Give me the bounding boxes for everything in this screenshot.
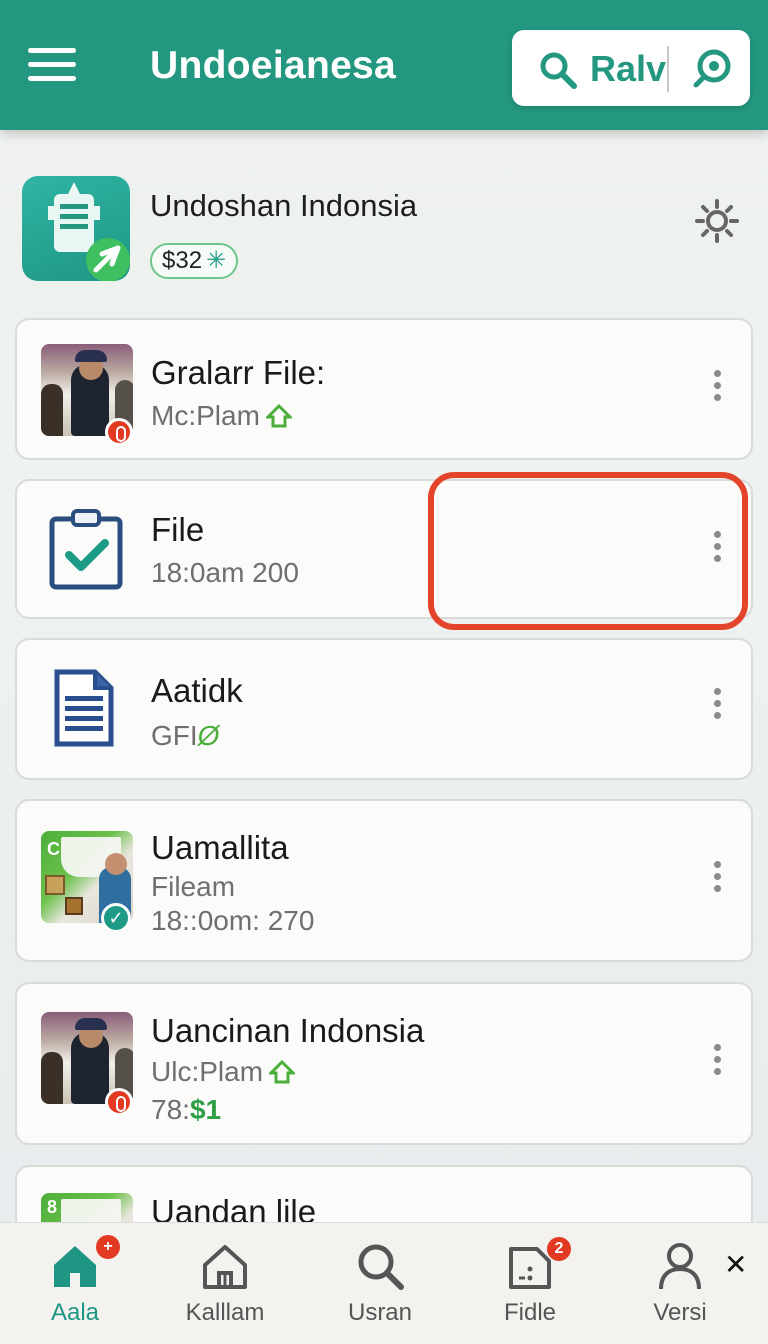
more-options-icon[interactable] xyxy=(711,370,723,410)
highlighted-target-area[interactable] xyxy=(428,472,748,630)
nav-item-kallam[interactable]: Kalllam xyxy=(170,1241,280,1341)
more-options-icon[interactable] xyxy=(711,1044,723,1084)
item-subtitle-secondary: 18::0om: 270 xyxy=(151,905,315,936)
notification-badge: + xyxy=(96,1235,120,1259)
search-icon xyxy=(540,52,577,89)
alert-badge-icon xyxy=(105,1088,133,1116)
nav-label: Kalllam xyxy=(185,1299,265,1326)
nav-label: Usran xyxy=(347,1299,413,1326)
clipboard-check-icon xyxy=(49,509,123,590)
hamburger-menu-icon[interactable] xyxy=(28,48,80,88)
item-subtitle: Fileam xyxy=(151,871,236,902)
nav-item-user[interactable]: Versi xyxy=(625,1241,735,1341)
item-subtitle: 18:0am 200 xyxy=(151,557,299,588)
home-icon xyxy=(54,1246,96,1287)
item-title: Aatidk xyxy=(151,672,243,709)
list-item[interactable]: Uancinan Indonsia Ulc:Plam 78: $1 xyxy=(15,982,753,1145)
nav-label: Versi xyxy=(653,1299,707,1326)
home-up-icon xyxy=(269,1060,296,1084)
list-item[interactable]: C ✓ Uamallita Fileam 18::0om: 270 xyxy=(15,799,753,962)
app-title: Undoeianesa xyxy=(150,44,397,87)
nav-label: Aala xyxy=(50,1299,100,1326)
search-icon xyxy=(358,1244,404,1290)
search-divider xyxy=(667,46,669,92)
item-title: Uamallita xyxy=(151,829,289,866)
app-logo-icon xyxy=(48,182,130,281)
close-icon[interactable]: ✕ xyxy=(724,1248,747,1281)
item-title: File xyxy=(151,511,205,548)
house-outline-icon xyxy=(203,1245,247,1289)
more-options-icon[interactable] xyxy=(711,861,723,901)
item-subtitle: Mc:Plam xyxy=(151,400,292,432)
user-icon xyxy=(659,1243,701,1290)
nav-label: Fidle xyxy=(503,1299,557,1326)
profile-logo[interactable] xyxy=(22,176,130,281)
bottom-navigation: + Aala Kalllam Usran 2 Fidle Versi xyxy=(0,1222,768,1344)
settings-gear-icon[interactable] xyxy=(694,198,740,244)
search-input-text[interactable]: Ralv xyxy=(590,48,666,90)
search-box[interactable]: Ralv xyxy=(512,30,750,106)
notification-badge: 2 xyxy=(547,1237,571,1261)
item-title: Uancinan Indonsia xyxy=(151,1012,425,1049)
sparkle-icon: ✳ xyxy=(206,247,227,274)
home-up-icon xyxy=(265,404,292,428)
nav-item-search[interactable]: Usran xyxy=(325,1241,435,1341)
profile-name: Undoshan Indonsia xyxy=(150,188,418,223)
nav-item-home[interactable]: + Aala xyxy=(20,1235,130,1341)
list-item[interactable]: Gralarr File: Mc:Plam xyxy=(15,318,753,460)
item-subtitle-secondary: 78: $1 xyxy=(151,1094,222,1125)
more-options-icon[interactable] xyxy=(711,688,723,728)
alert-badge-icon xyxy=(105,418,133,446)
balance-badge: $32 ✳ xyxy=(150,243,239,279)
nav-item-file[interactable]: 2 Fidle xyxy=(475,1237,585,1341)
search-go-icon[interactable] xyxy=(692,47,734,89)
document-icon xyxy=(54,669,114,747)
verified-check-icon: ✓ xyxy=(101,903,131,933)
item-subtitle: GFI Ø xyxy=(151,720,220,751)
item-title: Gralarr File: xyxy=(151,354,326,391)
item-subtitle: Ulc:Plam xyxy=(151,1056,296,1088)
balance-value: $32 xyxy=(162,247,203,274)
list-item[interactable]: Aatidk GFI Ø xyxy=(15,638,753,780)
top-app-bar: Undoeianesa Ralv xyxy=(0,0,768,130)
